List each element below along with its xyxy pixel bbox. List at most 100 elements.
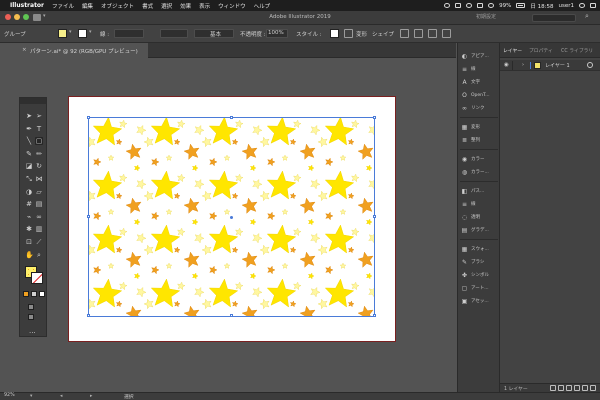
panel-button-gradient-panel[interactable]: ▤ グラデ... (461, 225, 489, 235)
resize-handle-bottom[interactable] (230, 314, 233, 317)
export-icon[interactable] (550, 385, 556, 391)
workspace-label[interactable]: 初期設定 (476, 13, 496, 20)
zoom-icon[interactable]: ⌕ (35, 251, 43, 259)
close-tab-icon[interactable]: × (22, 47, 27, 53)
menu-effect[interactable]: 効果 (180, 2, 191, 10)
panel-button-appearance[interactable]: ◐ アピア... (461, 51, 489, 61)
stroke-color-swatch[interactable] (31, 272, 43, 284)
none-mode-icon[interactable] (39, 291, 45, 297)
line-icon[interactable]: ╲ (25, 137, 33, 145)
chevron-right-icon[interactable]: › (522, 62, 524, 68)
chevron-down-icon[interactable]: ▾ (89, 29, 92, 35)
eyedropper-icon[interactable]: ⌁ (25, 213, 33, 221)
panel-button-stroke-weight[interactable]: ≡ 線 (461, 199, 476, 209)
clip-mask-icon[interactable] (566, 385, 572, 391)
screen-mode-icon[interactable] (28, 314, 34, 320)
search-icon[interactable]: ⌕ (585, 12, 589, 21)
chevron-down-icon[interactable]: ▾ (69, 29, 72, 35)
color-mode-icon[interactable] (23, 291, 29, 297)
panel-button-stroke-panel[interactable]: ≡ 線 (461, 64, 476, 74)
creative-cloud-icon[interactable] (444, 3, 451, 8)
clock[interactable]: 日 18:58 (530, 2, 553, 10)
tools-panel-grip[interactable] (20, 98, 46, 104)
menu-edit[interactable]: 編集 (82, 2, 93, 10)
search-layer-icon[interactable] (558, 385, 564, 391)
panel-button-transparency[interactable]: ◌ 透明 (461, 212, 480, 222)
help-search-input[interactable] (532, 14, 576, 22)
resize-handle-bottom-left[interactable] (87, 314, 90, 317)
panel-button-color-guide[interactable]: ◍ カラー... (461, 167, 489, 177)
menu-object[interactable]: オブジェクト (101, 2, 134, 10)
panel-button-artboards[interactable]: ▢ アート... (461, 283, 489, 293)
pen-icon[interactable]: ✒ (25, 125, 33, 133)
next-artboard-icon[interactable]: ▸ (90, 394, 92, 399)
width-icon[interactable]: ⋈ (35, 175, 43, 183)
new-layer-icon[interactable] (582, 385, 588, 391)
tab-layers[interactable]: レイヤー (503, 47, 522, 54)
zoom-level[interactable]: 92% (4, 393, 15, 398)
tab-cc-libraries[interactable]: CC ライブラリ (561, 47, 593, 54)
trash-icon[interactable] (590, 385, 596, 391)
transform-link[interactable]: 変形 (356, 30, 367, 38)
panel-menu-icon[interactable] (442, 29, 451, 38)
new-sublayer-icon[interactable] (574, 385, 580, 391)
edit-toolbar-icon[interactable]: ... (29, 327, 36, 335)
resize-handle-top-left[interactable] (87, 116, 90, 119)
draw-mode-icon[interactable] (28, 304, 34, 310)
panel-button-color[interactable]: ◉ カラー (461, 154, 485, 164)
tab-properties[interactable]: プロパティ (529, 47, 553, 54)
target-icon[interactable] (587, 62, 593, 68)
user-name[interactable]: user1 (559, 3, 575, 9)
type-icon[interactable]: T (35, 125, 43, 133)
shape-link[interactable]: シェイプ (372, 30, 394, 38)
fill-color-swatch[interactable] (58, 29, 67, 38)
mesh-icon[interactable]: # (25, 200, 33, 208)
symbol-icon[interactable]: ✱ (25, 225, 33, 233)
chevron-down-icon[interactable]: ▾ (30, 394, 32, 399)
align-icon[interactable] (400, 29, 409, 38)
eye-icon[interactable]: ◉ (504, 62, 509, 68)
graph-icon[interactable]: ▥ (35, 225, 43, 233)
panel-button-pathfinder[interactable]: ◧ パス... (461, 186, 485, 196)
scale-icon[interactable]: ⤡ (25, 175, 33, 183)
rotate-icon[interactable]: ↻ (35, 162, 43, 170)
battery-icon[interactable] (516, 3, 526, 8)
hand-icon[interactable]: ✋ (25, 251, 34, 259)
lock-toggle[interactable] (512, 61, 513, 70)
perspective-icon[interactable]: ▱ (35, 188, 43, 196)
dropbox-icon[interactable] (455, 3, 462, 8)
menu-type[interactable]: 書式 (142, 2, 153, 10)
menu-window[interactable]: ウィンドウ (218, 2, 246, 10)
resize-handle-top-right[interactable] (373, 116, 376, 119)
direct-selection-icon[interactable]: ➢ (35, 112, 43, 120)
shape-builder-icon[interactable]: ◑ (25, 188, 33, 196)
resize-handle-top[interactable] (230, 116, 233, 119)
app-menu[interactable]: Illustrator (10, 2, 44, 9)
graphic-style-swatch[interactable] (330, 29, 339, 38)
blend-icon[interactable]: ∞ (35, 213, 43, 221)
recolor-icon[interactable] (344, 29, 353, 38)
spotlight-icon[interactable] (579, 3, 585, 8)
panel-button-text[interactable]: A 文字 (461, 77, 480, 87)
variable-width-field[interactable] (160, 29, 188, 38)
artboard-icon[interactable]: ⊡ (25, 238, 33, 246)
isolate-icon[interactable] (428, 29, 437, 38)
pencil-icon[interactable]: ✏ (35, 150, 43, 158)
panel-button-asset[interactable]: ▣ アセッ... (461, 296, 489, 306)
notification-center-icon[interactable] (590, 3, 596, 8)
panel-button-symbols[interactable]: ✤ シンボル (461, 270, 489, 280)
stroke-color-swatch[interactable] (78, 29, 87, 38)
eraser-icon[interactable]: ◪ (25, 162, 33, 170)
resize-handle-right[interactable] (373, 215, 376, 218)
document-tab[interactable]: × パターン.ai* @ 92 (RGB/GPU プレビュー) (18, 43, 148, 58)
wifi-icon[interactable] (488, 3, 495, 8)
first-artboard-icon[interactable]: ◂ (60, 394, 62, 399)
gradient-mode-icon[interactable] (31, 291, 37, 297)
panel-button-link[interactable]: ∞ リンク (461, 103, 485, 113)
menu-file[interactable]: ファイル (52, 2, 74, 10)
layer-row[interactable]: ◉ › レイヤー 1 (500, 60, 600, 71)
panel-button-opentype[interactable]: O OpenT... (461, 90, 489, 100)
airplay-icon[interactable] (477, 3, 484, 8)
panel-button-swatches[interactable]: ▦ スウォ... (461, 244, 489, 254)
resize-handle-bottom-right[interactable] (373, 314, 376, 317)
